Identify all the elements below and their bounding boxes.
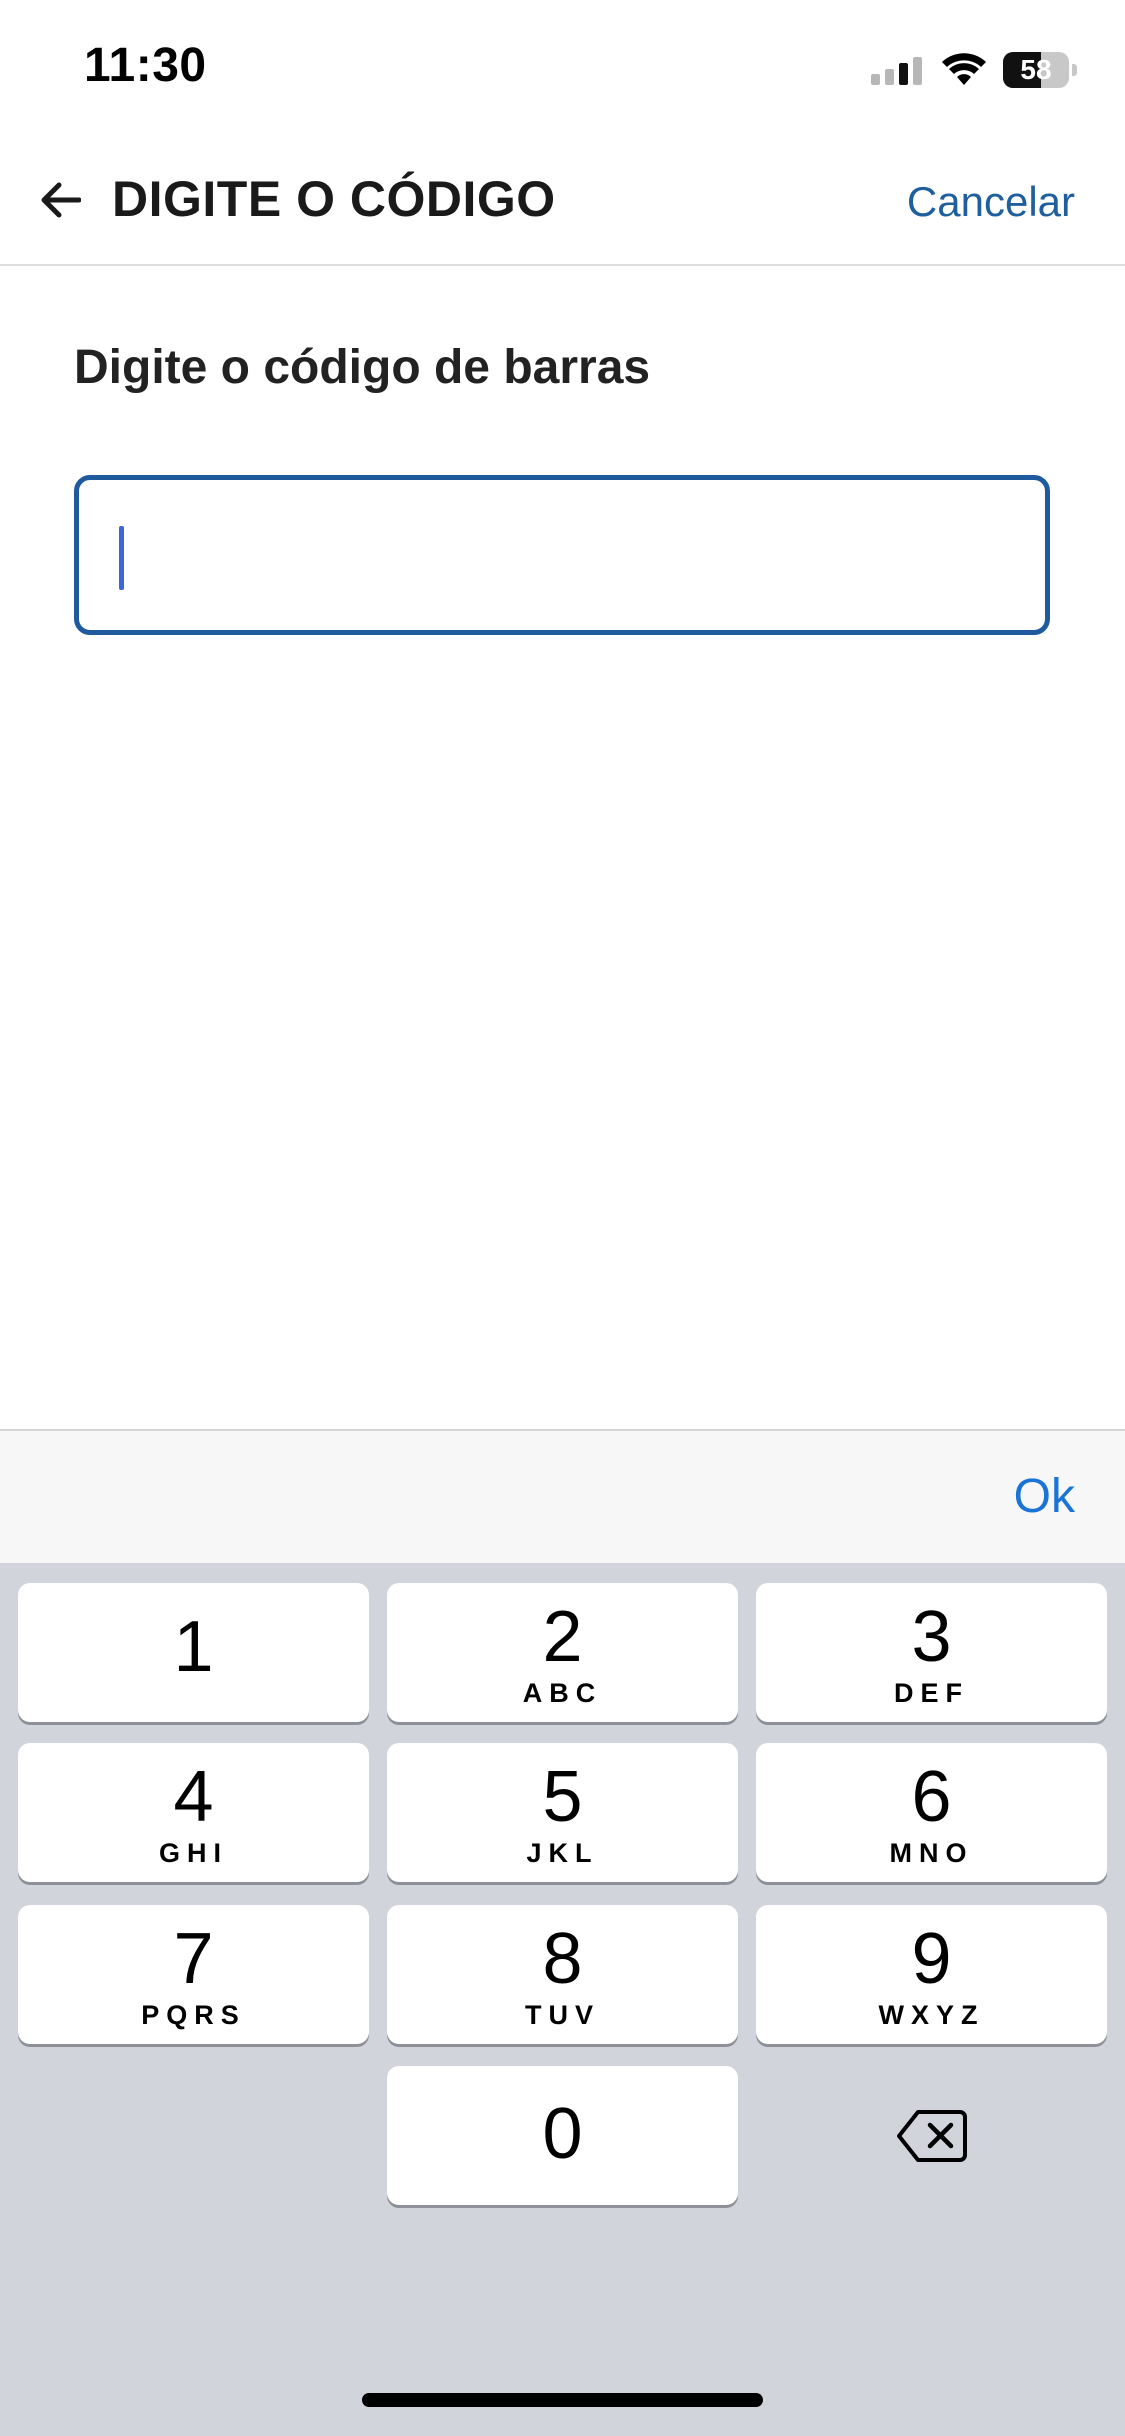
wifi-icon (942, 53, 986, 85)
ok-button[interactable]: Ok (1014, 1469, 1075, 1524)
key-3[interactable]: 3 DEF (756, 1583, 1107, 1722)
backspace-icon (896, 2109, 967, 2162)
numeric-keypad: 1 2 ABC 3 DEF 4 GHI 5 JKL 6 MNO 7 PQRS 8… (0, 1563, 1125, 2436)
key-digit: 2 (542, 1597, 583, 1677)
key-digit: 9 (911, 1919, 952, 1999)
key-digit: 8 (542, 1919, 583, 1999)
key-6[interactable]: 6 MNO (756, 1743, 1107, 1882)
key-letters: JKL (526, 1838, 599, 1868)
home-indicator (362, 2393, 763, 2407)
key-7[interactable]: 7 PQRS (18, 1905, 369, 2044)
key-letters: MNO (889, 1838, 974, 1868)
key-letters: TUV (525, 2000, 600, 2030)
key-digit: 6 (911, 1757, 952, 1837)
key-digit: 5 (542, 1757, 583, 1837)
status-time: 11:30 (84, 39, 207, 92)
key-9[interactable]: 9 WXYZ (756, 1905, 1107, 2044)
signal-icon (871, 57, 922, 85)
key-letters: DEF (894, 1678, 969, 1708)
key-letters: WXYZ (878, 2000, 985, 2030)
key-digit: 4 (173, 1757, 214, 1837)
key-5[interactable]: 5 JKL (387, 1743, 738, 1882)
keyboard-accessory-bar: Ok (0, 1429, 1125, 1564)
back-button[interactable] (36, 176, 84, 224)
header: DIGITE O CÓDIGO Cancelar (0, 140, 1125, 266)
arrow-left-icon (41, 182, 81, 218)
key-digit: 7 (173, 1919, 214, 1999)
cancel-button[interactable]: Cancelar (907, 178, 1075, 226)
status-icons: 58 (871, 50, 1077, 90)
key-letters: ABC (522, 1678, 603, 1708)
battery-icon: 58 (1003, 52, 1077, 88)
key-0[interactable]: 0 (387, 2066, 738, 2205)
key-8[interactable]: 8 TUV (387, 1905, 738, 2044)
battery-level: 58 (1020, 54, 1052, 85)
key-4[interactable]: 4 GHI (18, 1743, 369, 1882)
screen: 11:30 58 DIGITE O CÓDIGO Cancelar Digite… (0, 0, 1125, 2436)
barcode-input[interactable] (74, 475, 1050, 635)
key-letters: PQRS (141, 2000, 246, 2030)
key-digit: 1 (173, 1607, 214, 1687)
barcode-field-label: Digite o código de barras (74, 341, 651, 394)
key-digit: 3 (911, 1597, 952, 1677)
key-letters: GHI (158, 1838, 228, 1868)
page-title: DIGITE O CÓDIGO (112, 171, 556, 227)
text-cursor (119, 526, 124, 590)
key-1[interactable]: 1 (18, 1583, 369, 1722)
key-digit: 0 (542, 2094, 583, 2174)
key-2[interactable]: 2 ABC (387, 1583, 738, 1722)
status-bar: 11:30 58 (0, 0, 1125, 140)
delete-key[interactable] (756, 2066, 1107, 2205)
